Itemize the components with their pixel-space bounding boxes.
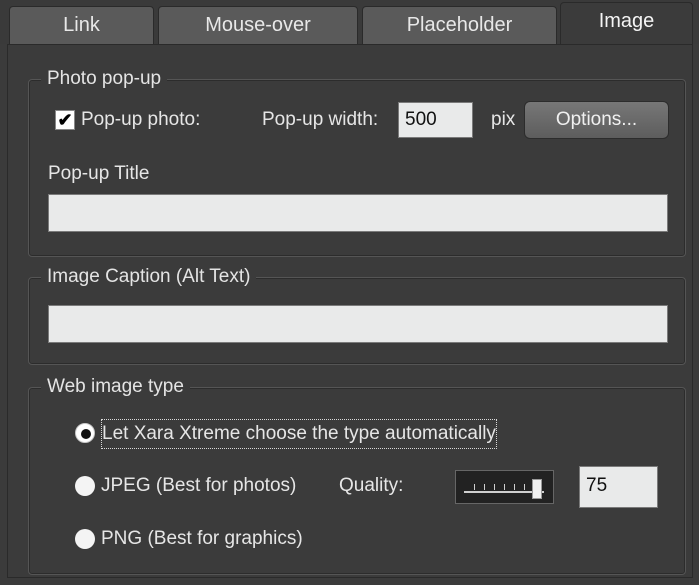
popup-width-label: Pop-up width: [262,109,379,130]
web-image-type-legend: Web image type [41,374,190,400]
jpeg-radio[interactable] [75,476,95,496]
tab-bar: Link Mouse-over Placeholder Image [0,0,699,46]
photo-popup-group: Photo pop-up ✔ Pop-up photo: Pop-up widt… [28,66,686,257]
image-caption-legend: Image Caption (Alt Text) [41,264,257,290]
popup-title-field[interactable] [48,194,668,232]
options-button[interactable]: Options... [524,101,669,139]
auto-type-label: Let Xara Xtreme choose the type automati… [101,419,497,449]
popup-photo-label: Pop-up photo: [81,109,201,130]
auto-type-radio[interactable] [75,423,95,443]
png-radio[interactable] [75,529,95,549]
jpeg-label: JPEG (Best for photos) [101,475,297,496]
image-tab-panel: Photo pop-up ✔ Pop-up photo: Pop-up widt… [7,44,693,578]
quality-label: Quality: [339,475,404,496]
popup-width-field[interactable]: 500 [398,102,473,138]
tab-placeholder-label: Placeholder [406,14,513,36]
web-image-type-group: Web image type Let Xara Xtreme choose th… [28,374,686,575]
tab-image-label: Image [598,10,655,32]
popup-photo-checkbox[interactable]: ✔ [55,110,75,130]
photo-popup-legend: Photo pop-up [41,66,168,92]
tab-link-label: Link [63,14,100,36]
image-caption-group: Image Caption (Alt Text) [28,264,686,365]
popup-title-label: Pop-up Title [48,163,150,184]
quality-field[interactable]: 75 [579,466,658,508]
tab-mouse-over[interactable]: Mouse-over [158,6,358,44]
quality-slider[interactable] [455,470,554,504]
tab-mouse-over-label: Mouse-over [205,14,311,36]
image-caption-field[interactable] [48,305,668,343]
tab-link[interactable]: Link [9,6,154,44]
pix-unit-label: pix [491,109,516,130]
tab-placeholder[interactable]: Placeholder [362,6,557,44]
tab-image[interactable]: Image [560,2,693,46]
png-label: PNG (Best for graphics) [101,528,303,549]
quality-slider-thumb[interactable] [532,479,542,499]
